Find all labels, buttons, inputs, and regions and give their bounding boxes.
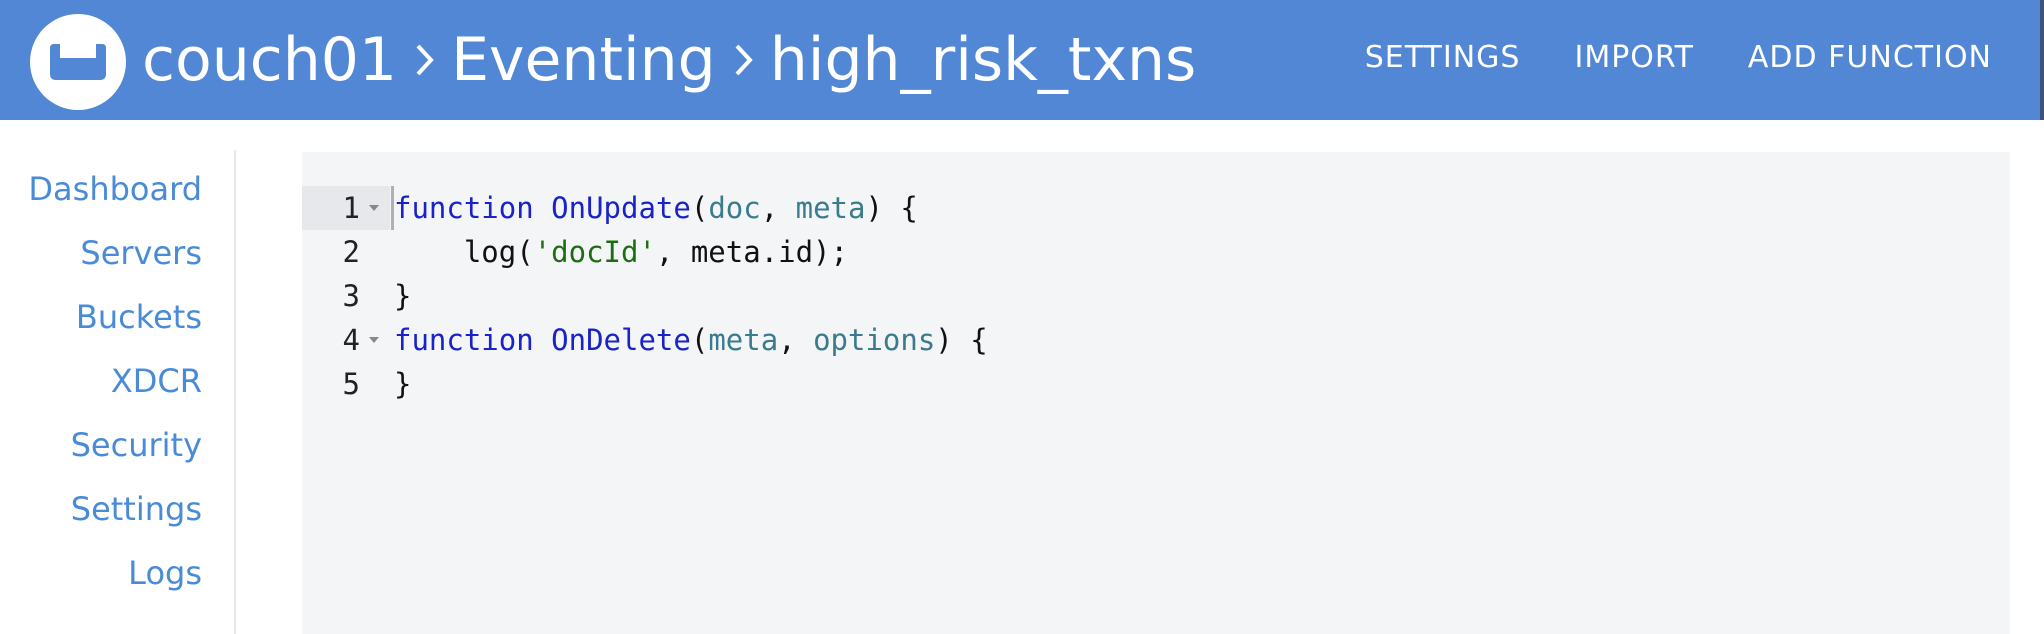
breadcrumb-cluster[interactable]: couch01 [142, 25, 397, 95]
chevron-right-icon [734, 43, 754, 77]
code-line[interactable]: } [394, 274, 411, 318]
sidebar-item-security[interactable]: Security [71, 426, 202, 464]
sidebar-item-servers[interactable]: Servers [80, 234, 202, 272]
code-line[interactable]: log('docId', meta.id); [394, 230, 848, 274]
code-token: doc [708, 191, 761, 225]
breadcrumb-eventing[interactable]: Eventing [451, 25, 716, 95]
code-token: meta [795, 191, 866, 225]
line-number: 5 [342, 367, 360, 401]
fold-toggle-icon[interactable] [368, 318, 380, 362]
code-token: meta [708, 323, 779, 357]
code-token: OnDelete [551, 323, 691, 357]
code-token: OnUpdate [551, 191, 691, 225]
code-line[interactable]: } [394, 362, 411, 406]
breadcrumb-function-name: high_risk_txns [769, 25, 1197, 95]
code-token: ) { [865, 191, 918, 225]
code-token: function [394, 323, 534, 357]
code-token: ) { [935, 323, 988, 357]
sidebar-item-logs[interactable]: Logs [128, 554, 202, 592]
chevron-right-icon [415, 43, 435, 77]
add-function-link[interactable]: ADD FUNCTION [1748, 40, 1992, 75]
code-token: ( [690, 323, 709, 357]
sidebar-item-settings[interactable]: Settings [71, 490, 202, 528]
code-token: ( [690, 191, 709, 225]
header-nav: SETTINGS IMPORT ADD FUNCTION [1365, 40, 1992, 75]
line-number: 3 [342, 279, 360, 313]
code-editor[interactable]: 1 function OnUpdate(doc, meta) {2 log('do… [302, 152, 2010, 634]
code-token: log( [394, 235, 534, 269]
sidebar-item-buckets[interactable]: Buckets [76, 298, 202, 336]
code-line[interactable]: function OnUpdate(doc, meta) { [394, 186, 918, 230]
code-token: , [760, 191, 796, 225]
top-header: couch01 Eventing high_risk_txns SETTINGS… [0, 0, 2044, 120]
settings-link[interactable]: SETTINGS [1365, 40, 1521, 75]
line-number: 2 [342, 235, 360, 269]
sidebar-item-dashboard[interactable]: Dashboard [28, 170, 202, 208]
line-number: 1 [342, 191, 360, 225]
sidebar: Dashboard Servers Buckets XDCR Security … [0, 150, 236, 634]
code-token: 'docId' [533, 235, 656, 269]
code-token: } [394, 279, 412, 313]
code-token: , [778, 323, 814, 357]
code-token: options [813, 323, 936, 357]
window-edge [2040, 0, 2044, 120]
import-link[interactable]: IMPORT [1574, 40, 1693, 75]
code-token: function [394, 191, 534, 225]
code-line[interactable]: function OnDelete(meta, options) { [394, 318, 988, 362]
fold-toggle-icon[interactable] [368, 186, 380, 230]
line-number: 4 [342, 323, 360, 357]
sidebar-item-xdcr[interactable]: XDCR [111, 362, 202, 400]
couchbase-logo-icon[interactable] [30, 14, 126, 110]
code-token: } [394, 367, 412, 401]
code-token: , meta.id); [655, 235, 848, 269]
breadcrumb: couch01 Eventing high_risk_txns [142, 18, 1196, 102]
